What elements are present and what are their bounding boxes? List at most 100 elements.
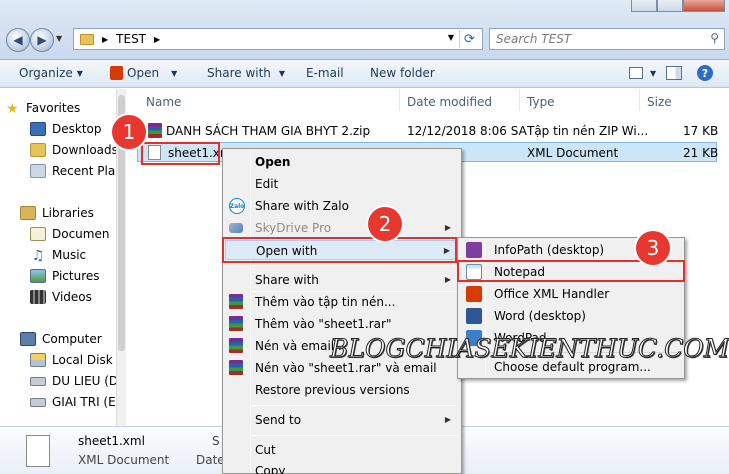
menu-label: Open [255,155,291,169]
menu-separator [253,435,457,436]
menu-label: Cut [255,443,276,457]
word-icon [466,308,482,324]
nav-downloads[interactable]: Downloads [30,143,118,157]
step-badge-3: 3 [636,231,670,265]
submenu-item-word[interactable]: Word (desktop) [460,306,682,326]
nav-local-disk[interactable]: Local Disk [30,353,113,367]
menu-item-add-archive[interactable]: Thêm vào tập tin nén... [225,292,459,312]
maximize-button[interactable] [657,0,683,12]
menu-item-copy[interactable]: Copy [225,461,459,474]
column-divider[interactable] [639,89,640,111]
organize-label: Organize [19,66,73,80]
chevron-down-icon: ▼ [76,68,83,78]
office-icon [110,66,123,80]
submenu-item-office-xml[interactable]: Office XML Handler [460,284,682,304]
breadcrumb-item-test[interactable]: TEST [116,32,146,46]
file-date: 12/12/2018 8:06 SA [407,124,527,138]
forward-button[interactable]: ▶ [30,28,54,52]
preview-pane-icon[interactable] [666,66,682,80]
chevron-down-icon[interactable]: ▼ [650,69,656,78]
share-with-button[interactable]: Share with ▼ [207,66,285,80]
details-size-label: S [212,434,220,448]
column-header-type[interactable]: Type [527,95,555,109]
email-label: E-mail [306,66,344,80]
navigation-pane: ★ Favorites Desktop Downloads Recent Pla… [0,89,126,426]
nav-giai-tri[interactable]: GIAI TRI (E: [30,395,120,409]
winrar-archive-icon [148,123,162,138]
new-folder-button[interactable]: New folder [370,66,435,80]
chevron-down-icon[interactable]: ▼ [171,69,177,78]
nav-music[interactable]: ♫ Music [30,248,86,264]
context-menu: Open Edit Zalo Share with Zalo SkyDrive … [222,148,462,474]
nav-label: Documen [52,227,110,241]
new-folder-label: New folder [370,66,435,80]
chevron-right-icon[interactable]: ▶ [154,35,160,44]
search-icon[interactable]: ⚲ [710,31,719,45]
office-icon [466,286,482,302]
organize-button[interactable]: Organize ▼ [19,66,83,80]
menu-label: Thêm vào "sheet1.rar" [255,317,392,331]
nav-desktop[interactable]: Desktop [30,122,102,136]
breadcrumb[interactable]: ▶ TEST ▶ ▼ ⟳ [73,28,483,50]
table-row[interactable]: DANH SÁCH THAM GIA BHYT 2.zip 12/12/2018… [137,121,719,141]
nav-du-lieu[interactable]: DU LIEU (D [30,374,118,388]
chevron-right-icon: ▶ [444,415,451,424]
column-divider[interactable] [399,89,400,111]
chevron-right-icon[interactable]: ▶ [102,35,108,44]
menu-item-skydrive-pro[interactable]: SkyDrive Pro ▶ [225,218,459,238]
nav-documents[interactable]: Documen [30,227,109,241]
nav-recent-places[interactable]: Recent Plac [30,164,122,178]
xml-document-icon [26,435,50,467]
open-button[interactable]: Open ▼ [110,66,177,80]
chevron-down-icon[interactable]: ▼ [448,33,454,42]
menu-item-restore-versions[interactable]: Restore previous versions [225,380,459,400]
winrar-icon [229,316,243,331]
menu-item-send-to[interactable]: Send to ▶ [225,410,459,430]
pictures-icon [30,269,46,283]
column-header-name[interactable]: Name [146,95,181,109]
nav-pictures[interactable]: Pictures [30,269,100,283]
menu-separator [253,265,457,266]
menu-item-open[interactable]: Open [225,152,459,172]
search-input[interactable]: Search TEST ⚲ [489,28,725,50]
column-header-date[interactable]: Date modified [407,95,492,109]
watermark: BLOGCHIASEKIENTHUC.COM [329,334,729,364]
menu-label: Share with Zalo [255,199,349,213]
menu-label: SkyDrive Pro [255,221,332,235]
drive-icon [30,397,46,407]
nav-label: Pictures [52,269,100,283]
menu-item-cut[interactable]: Cut [225,440,459,460]
highlight-box-open-with [222,237,457,263]
documents-icon [30,227,46,241]
menu-item-share-zalo[interactable]: Zalo Share with Zalo [225,196,459,216]
nav-videos[interactable]: Videos [30,290,92,304]
arrow-left-icon: ◀ [13,33,23,47]
nav-label: Downloads [52,143,118,157]
minimize-button[interactable] [631,0,657,12]
recent-pages-dropdown[interactable]: ▼ [56,34,62,43]
nav-favorites[interactable]: ★ Favorites [6,101,80,117]
help-icon[interactable]: ? [697,65,713,81]
close-button[interactable] [683,0,725,12]
back-button[interactable]: ◀ [6,28,30,52]
file-type: Tập tin nén ZIP Wi... [527,124,649,138]
view-options-icon[interactable] [629,67,643,79]
nav-label: GIAI TRI (E: [52,395,120,409]
email-button[interactable]: E-mail [306,66,344,80]
column-divider[interactable] [519,89,520,111]
infopath-icon [466,242,482,258]
file-size: 17 KB [683,124,719,138]
star-icon: ★ [6,101,19,117]
nav-computer[interactable]: Computer [20,332,102,346]
refresh-button[interactable]: ⟳ [459,30,479,48]
menu-label: Office XML Handler [494,287,610,301]
open-label: Open [127,66,160,80]
file-name: DANH SÁCH THAM GIA BHYT 2.zip [166,124,371,138]
menu-item-edit[interactable]: Edit [225,174,459,194]
nav-libraries[interactable]: Libraries [20,206,94,220]
menu-label: Thêm vào tập tin nén... [255,295,396,309]
menu-item-add-rar[interactable]: Thêm vào "sheet1.rar" [225,314,459,334]
videos-icon [30,290,46,304]
menu-item-share-with[interactable]: Share with ▶ [225,270,459,290]
column-header-size[interactable]: Size [647,95,672,109]
